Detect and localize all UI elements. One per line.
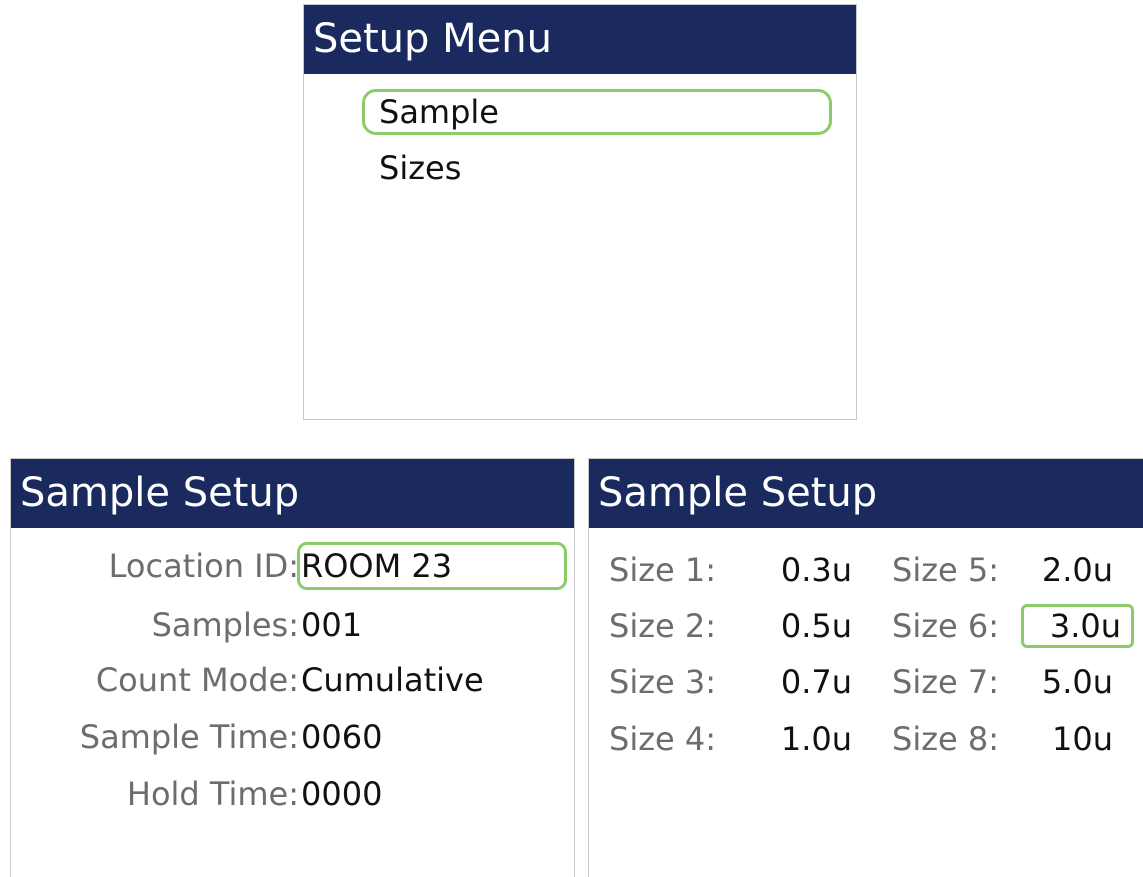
- size-2-label: Size 2:: [609, 607, 716, 645]
- size-8-field[interactable]: 10u: [1023, 717, 1123, 761]
- size-4-label: Size 4:: [609, 720, 716, 758]
- size-4-field[interactable]: 1.0u: [754, 717, 854, 761]
- samples-field[interactable]: 001: [297, 601, 362, 649]
- size-1-field[interactable]: 0.3u: [754, 548, 854, 592]
- sizes-setup-title: Sample Setup: [589, 459, 1143, 528]
- size-5-label: Size 5:: [892, 551, 999, 589]
- sample-time-field[interactable]: 0060: [297, 713, 382, 761]
- size-7-label: Size 7:: [892, 663, 999, 701]
- location-id-label: Location ID:: [108, 547, 299, 585]
- hold-time-field[interactable]: 0000: [297, 770, 382, 818]
- size-7-field[interactable]: 5.0u: [1023, 660, 1123, 704]
- size-3-label: Size 3:: [609, 663, 716, 701]
- size-1-label: Size 1:: [609, 551, 716, 589]
- hold-time-label: Hold Time:: [126, 775, 299, 813]
- setup-menu-title: Setup Menu: [304, 5, 856, 74]
- setup-menu-panel: Setup Menu Sample Sizes: [303, 4, 857, 420]
- location-id-field[interactable]: ROOM 23: [297, 542, 567, 590]
- samples-row: Samples: 001: [11, 601, 571, 649]
- size-6-label: Size 6:: [892, 607, 999, 645]
- hold-time-row: Hold Time: 0000: [11, 770, 571, 818]
- menu-item-sample[interactable]: Sample: [362, 89, 832, 135]
- count-mode-field[interactable]: Cumulative: [297, 656, 484, 704]
- samples-label: Samples:: [151, 606, 299, 644]
- size-5-field[interactable]: 2.0u: [1023, 548, 1123, 592]
- location-id-row: Location ID: ROOM 23: [11, 542, 571, 590]
- count-mode-row: Count Mode: Cumulative: [11, 656, 571, 704]
- sample-time-row: Sample Time: 0060: [11, 713, 571, 761]
- sample-time-label: Sample Time:: [79, 718, 299, 756]
- sizes-setup-panel: Sample Setup Size 1: 0.3u Size 2: 0.5u S…: [588, 458, 1143, 877]
- count-mode-label: Count Mode:: [95, 661, 299, 699]
- size-3-field[interactable]: 0.7u: [754, 660, 854, 704]
- menu-item-sizes[interactable]: Sizes: [362, 145, 832, 191]
- sample-setup-panel: Sample Setup Location ID: ROOM 23 Sample…: [10, 458, 575, 877]
- size-6-field[interactable]: 3.0u: [1021, 604, 1134, 648]
- sample-setup-title: Sample Setup: [11, 459, 574, 528]
- size-2-field[interactable]: 0.5u: [754, 604, 854, 648]
- size-8-label: Size 8:: [892, 720, 999, 758]
